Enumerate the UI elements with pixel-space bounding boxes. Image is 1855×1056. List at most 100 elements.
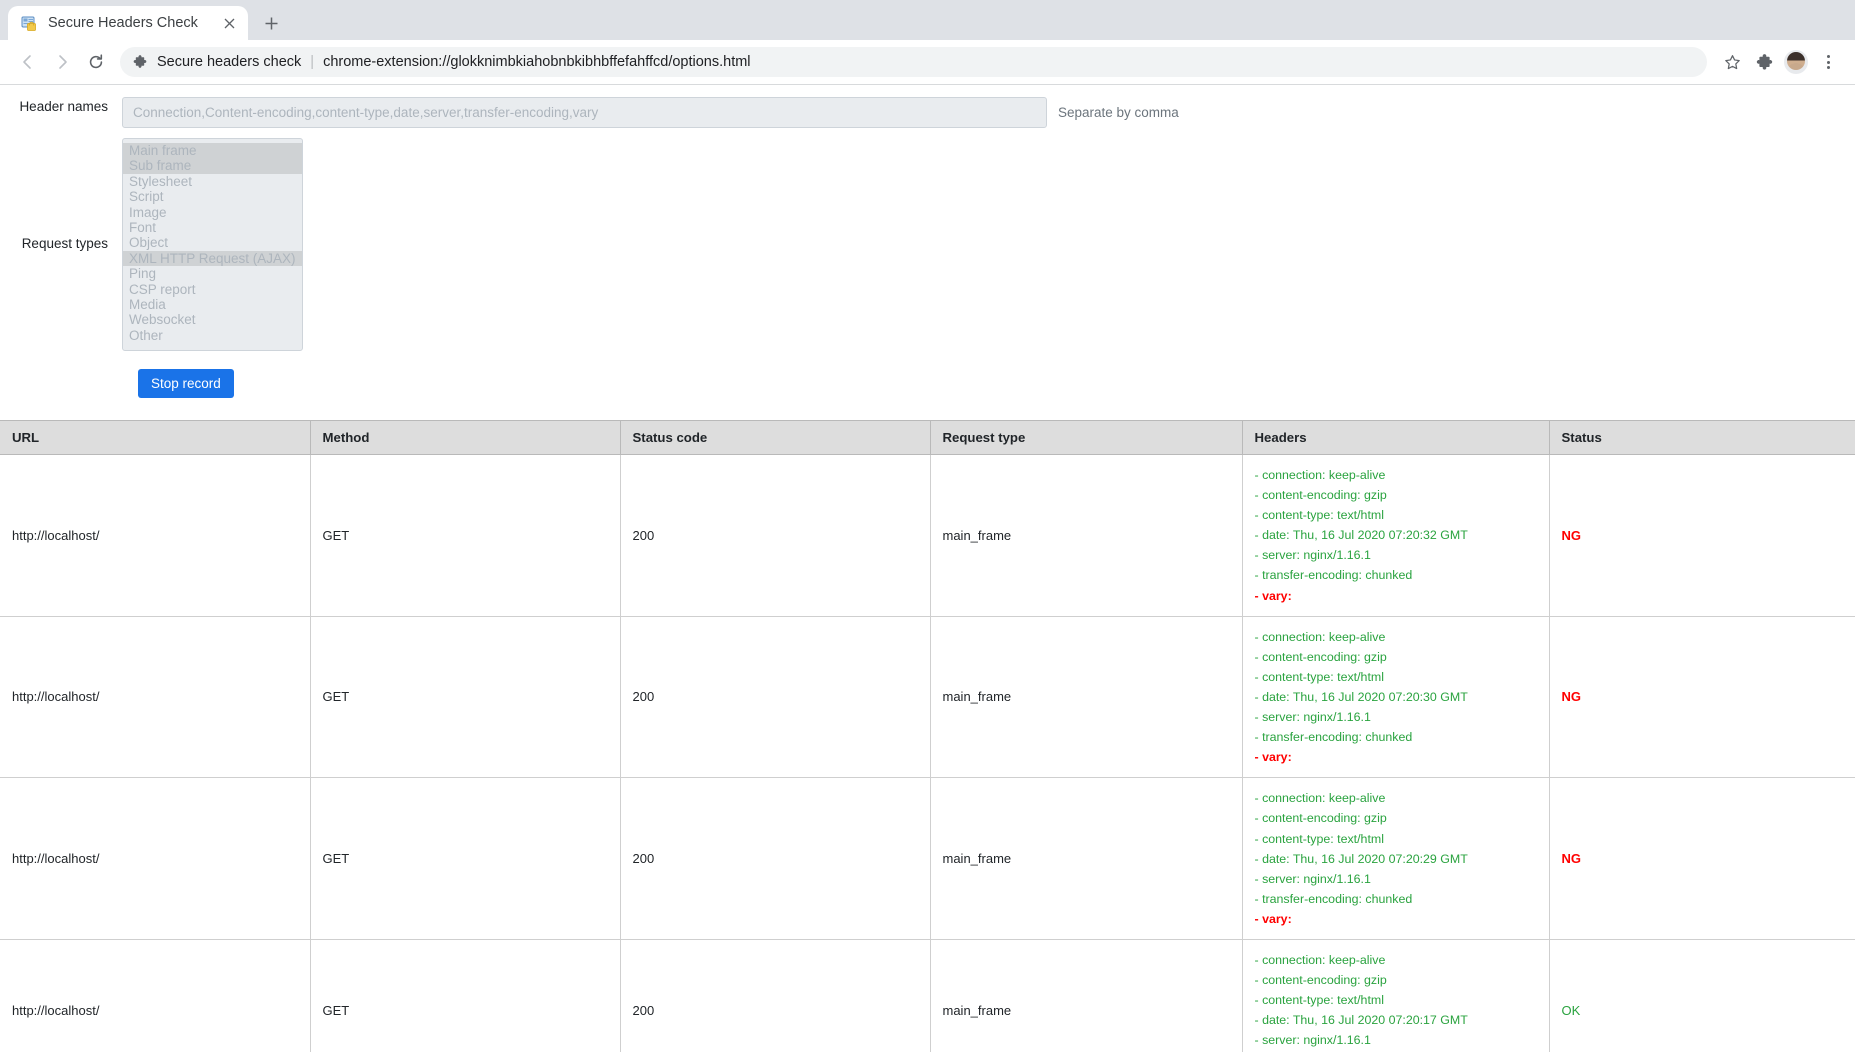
- header-line: - content-encoding: gzip: [1254, 488, 1387, 503]
- omnibox-separator: |: [310, 54, 315, 70]
- headers-list: - connection: keep-alive - content-encodi…: [1255, 788, 1537, 929]
- status-cell: NG: [1548, 615, 1855, 779]
- method-cell: GET: [309, 454, 621, 617]
- back-arrow-icon[interactable]: [12, 46, 44, 78]
- request-type-option[interactable]: Image: [123, 205, 302, 220]
- header-line-missing: - vary:: [1254, 750, 1292, 765]
- three-dot-menu-icon[interactable]: [1813, 47, 1843, 77]
- stop-record-button[interactable]: Stop record: [138, 369, 234, 398]
- headers-list: - connection: keep-alive - content-encodi…: [1255, 465, 1537, 606]
- headers-cell: - connection: keep-alive - content-encodi…: [1241, 615, 1550, 779]
- method-cell: GET: [309, 615, 621, 779]
- header-line: - content-type: text/html: [1254, 993, 1384, 1008]
- header-line: - transfer-encoding: chunked: [1254, 568, 1413, 583]
- header-line: - content-encoding: gzip: [1254, 811, 1387, 826]
- address-bar-url: chrome-extension://glokknimbkiahobnbkibh…: [323, 54, 751, 70]
- separate-by-comma-hint: Separate by comma: [1058, 105, 1179, 120]
- table-row: http://localhost/GET 200 main_frame - conne…: [0, 938, 1855, 1052]
- header-line: - content-encoding: gzip: [1254, 973, 1387, 988]
- status-badge: NG: [1561, 689, 1582, 705]
- status-badge: OK: [1561, 1002, 1581, 1018]
- status-code-cell: 200: [619, 777, 931, 940]
- profile-avatar[interactable]: [1781, 47, 1811, 77]
- new-tab-button[interactable]: [256, 8, 286, 38]
- close-icon[interactable]: [220, 14, 238, 32]
- forward-arrow-icon[interactable]: [46, 46, 78, 78]
- request-type-option[interactable]: Websocket: [123, 312, 302, 327]
- method-cell: GET: [309, 777, 621, 940]
- puzzle-piece-icon: [133, 55, 148, 69]
- star-icon[interactable]: [1717, 47, 1747, 77]
- header-line: - connection: keep-alive: [1254, 791, 1386, 806]
- status-code-cell: 200: [619, 938, 931, 1052]
- header-names-row: Header names Separate by comma: [0, 97, 1855, 128]
- request-type-option[interactable]: Stylesheet: [123, 174, 302, 189]
- header-line: - connection: keep-alive: [1254, 629, 1386, 644]
- headers-list: - connection: keep-alive - content-encodi…: [1255, 950, 1537, 1052]
- request-types-listbox[interactable]: Main frame Sub frame Stylesheet Script Image…: [122, 138, 303, 351]
- request-type-option[interactable]: Ping: [123, 266, 302, 281]
- header-line: - server: nginx/1.16.1: [1254, 871, 1371, 886]
- request-type-cell: main_frame: [929, 938, 1243, 1052]
- header-line: - server: nginx/1.16.1: [1254, 548, 1371, 563]
- tab-title: Secure Headers Check: [48, 15, 198, 31]
- request-type-option[interactable]: Main frame: [123, 143, 302, 159]
- url-cell: http://localhost/: [0, 454, 311, 617]
- header-line: - server: nginx/1.16.1: [1254, 710, 1371, 725]
- request-type-cell: main_frame: [929, 454, 1243, 617]
- secure-headers-favicon-icon: [21, 15, 38, 32]
- request-type-option[interactable]: Sub frame: [123, 158, 302, 174]
- header-line: - transfer-encoding: chunked: [1255, 1050, 1537, 1052]
- address-bar[interactable]: Secure headers check | chrome-extension:…: [120, 47, 1707, 77]
- status-code-cell: 200: [619, 454, 931, 617]
- header-line: - date: Thu, 16 Jul 2020 07:20:30 GMT: [1254, 689, 1468, 704]
- request-type-option[interactable]: Object: [123, 235, 302, 250]
- request-type-option[interactable]: Media: [123, 297, 302, 312]
- request-type-option[interactable]: Other: [123, 328, 302, 343]
- request-type-cell: main_frame: [929, 777, 1243, 940]
- request-types-label: Request types: [21, 236, 108, 252]
- column-header: Method: [309, 420, 620, 455]
- extensions-puzzle-piece-icon[interactable]: [1749, 47, 1779, 77]
- request-type-option[interactable]: XML HTTP Request (AJAX): [123, 250, 302, 267]
- browser-toolbar: Secure headers check | chrome-extension:…: [0, 40, 1855, 85]
- status-badge: NG: [1561, 851, 1582, 867]
- header-line: - connection: keep-alive: [1254, 468, 1386, 482]
- browser-chrome: Secure Headers Check Secure headers chec…: [0, 0, 1855, 85]
- settings-form: Header names Separate by comma Request t…: [0, 85, 1855, 398]
- results-table: URL Method Status code Request type Headers S…: [0, 420, 1855, 1052]
- request-types-row: Request types Main frame Sub frame Stylesh…: [0, 128, 1855, 351]
- header-line: - content-type: text/html: [1254, 831, 1384, 846]
- headers-cell: - connection: keep-alive - content-encodi…: [1241, 938, 1550, 1052]
- extension-options-page: Header names Separate by comma Request t…: [0, 85, 1855, 1052]
- column-header: Status code: [619, 420, 930, 455]
- headers-cell: - connection: keep-alive - content-encodi…: [1241, 777, 1550, 940]
- headers-cell: - connection: keep-alive - content-encodi…: [1241, 454, 1550, 617]
- header-line: - connection: keep-alive: [1254, 952, 1386, 967]
- column-header: Request type: [929, 420, 1242, 455]
- table-header-row: URL Method Status code Request type Headers S…: [0, 420, 1855, 455]
- request-type-option[interactable]: CSP report: [123, 282, 302, 297]
- request-type-option[interactable]: Script: [123, 189, 302, 204]
- status-badge: NG: [1561, 527, 1582, 543]
- reload-icon[interactable]: [80, 46, 112, 78]
- status-cell: NG: [1548, 454, 1855, 617]
- avatar: [1784, 50, 1808, 74]
- header-line-missing: - vary:: [1254, 911, 1292, 926]
- request-type-option[interactable]: Font: [123, 220, 302, 235]
- method-cell: GET: [309, 938, 621, 1052]
- status-cell: OK: [1548, 938, 1855, 1052]
- headers-list: - connection: keep-alive - content-encodi…: [1255, 627, 1537, 768]
- header-line: - date: Thu, 16 Jul 2020 07:20:17 GMT: [1254, 1013, 1468, 1028]
- table-row: http://localhost/GET 200 main_frame - conne…: [0, 454, 1855, 617]
- column-header: Status: [1548, 420, 1855, 455]
- extension-name-label: Secure headers check: [157, 54, 302, 70]
- column-header: URL: [0, 420, 310, 455]
- request-type-cell: main_frame: [929, 615, 1243, 779]
- header-names-input[interactable]: [122, 97, 1047, 128]
- header-line: - date: Thu, 16 Jul 2020 07:20:32 GMT: [1254, 528, 1468, 543]
- header-line: - transfer-encoding: chunked: [1254, 730, 1413, 745]
- browser-tab[interactable]: Secure Headers Check: [8, 6, 248, 40]
- header-line: - transfer-encoding: chunked: [1254, 891, 1413, 906]
- column-header: Headers: [1241, 420, 1549, 455]
